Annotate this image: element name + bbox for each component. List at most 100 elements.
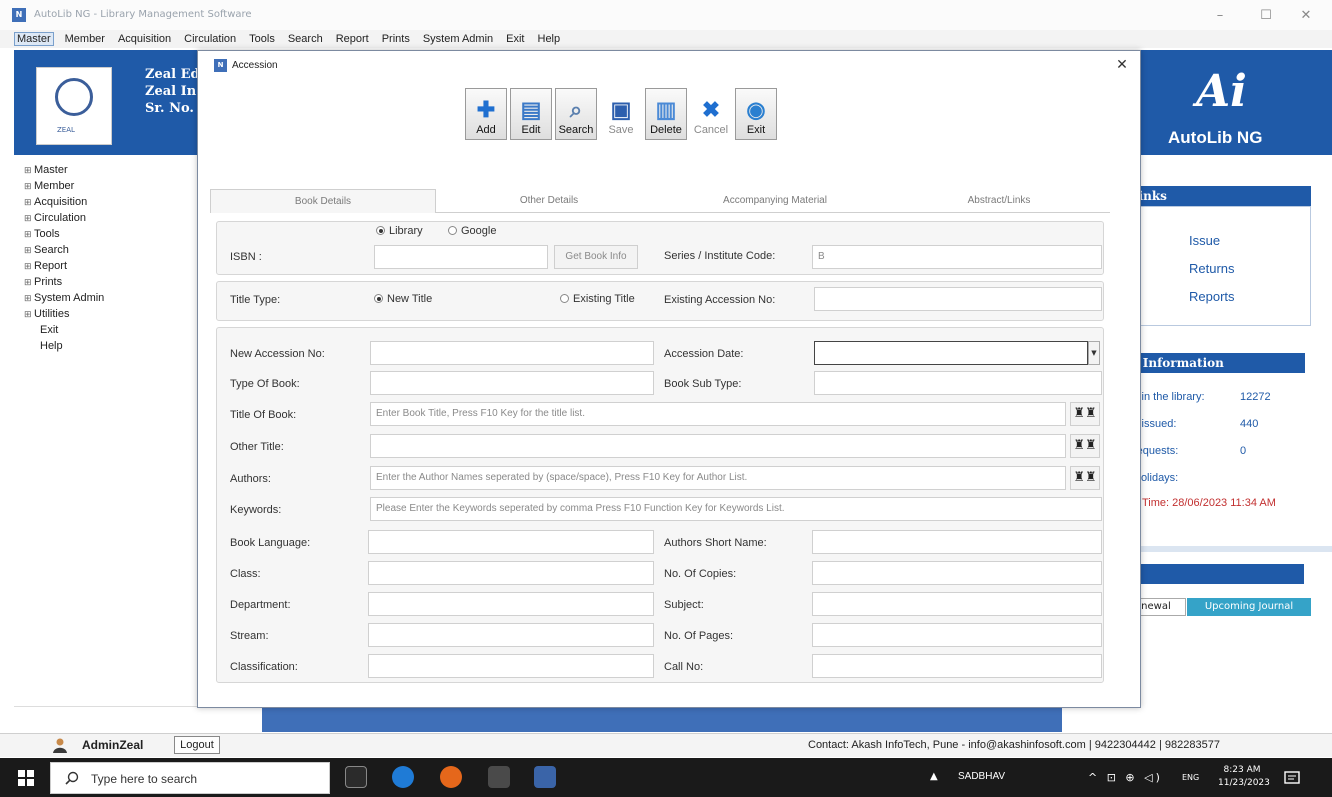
radio-new-title[interactable]: New Title — [374, 293, 432, 305]
sidebar-item-utilities[interactable]: ⊞ Utilities — [24, 306, 204, 322]
journal-header — [1130, 564, 1304, 584]
authors-input[interactable]: Enter the Author Names seperated by (spa… — [370, 466, 1066, 490]
sidebar-item-master[interactable]: ⊞ Master — [24, 162, 204, 178]
menu-master[interactable]: Master — [14, 32, 54, 46]
quick-links-panel: n s Issue Returns Reports — [1130, 206, 1311, 326]
title-of-book-input[interactable]: Enter Book Title, Press F10 Key for the … — [370, 402, 1066, 426]
existing-accession-input[interactable] — [814, 287, 1102, 311]
dialog-titlebar — [198, 51, 1140, 79]
sidebar-item-system-admin[interactable]: ⊞ System Admin — [24, 290, 204, 306]
menu-prints[interactable]: Prints — [380, 33, 412, 45]
exit-icon: ◉ — [746, 97, 766, 122]
radio-google[interactable]: Google — [448, 225, 496, 237]
edge-browser-icon[interactable] — [392, 766, 414, 788]
isbn-label: ISBN : — [230, 251, 262, 263]
org-name-line2: Zeal In: — [145, 84, 201, 99]
binoculars-icon[interactable]: ♜♜ — [1070, 434, 1100, 458]
type-of-book-label: Type Of Book: — [230, 378, 300, 390]
department-select[interactable] — [368, 592, 654, 616]
radio-checked-icon — [376, 226, 385, 235]
sidebar-item-search[interactable]: ⊞ Search — [24, 242, 204, 258]
sidebar-item-report[interactable]: ⊞ Report — [24, 258, 204, 274]
classification-input[interactable] — [368, 654, 654, 678]
menu-help[interactable]: Help — [536, 33, 563, 45]
tab-book-details[interactable]: Book Details — [210, 189, 436, 213]
get-book-info-button[interactable]: Get Book Info — [554, 245, 638, 269]
sidebar-item-member[interactable]: ⊞ Member — [24, 178, 204, 194]
tab-upcoming-journal[interactable]: Upcoming Journal — [1187, 598, 1311, 616]
task-view-icon[interactable] — [345, 766, 367, 788]
clock[interactable]: 8:23 AM 11/23/2023 — [1218, 764, 1270, 790]
tray-icons[interactable]: ^ ⊡ ⊕ ◁) — [1088, 771, 1163, 784]
contact-info: Contact: Akash InfoTech, Pune - info@aka… — [808, 739, 1220, 751]
tab-accompanying-material[interactable]: Accompanying Material — [662, 189, 888, 213]
call-no-input[interactable] — [812, 654, 1102, 678]
sidebar-item-circulation[interactable]: ⊞ Circulation — [24, 210, 204, 226]
new-accession-input[interactable] — [370, 341, 654, 365]
search-button[interactable]: ⌕ Search — [555, 88, 597, 140]
date-dropdown-icon[interactable]: ▼ — [1088, 341, 1100, 365]
expand-icon: ⊞ — [24, 309, 32, 319]
add-button[interactable]: ✚ Add — [465, 88, 507, 140]
tab-other-details[interactable]: Other Details — [436, 189, 662, 213]
windows-start-icon[interactable] — [18, 770, 34, 786]
quick-link-reports[interactable]: Reports — [1189, 289, 1235, 304]
keywords-input[interactable]: Please Enter the Keywords seperated by c… — [370, 497, 1102, 521]
quick-link-issue[interactable]: Issue — [1189, 233, 1220, 248]
tab-abstract-links[interactable]: Abstract/Links — [888, 189, 1110, 213]
cancel-button[interactable]: ✖ Cancel — [690, 88, 732, 140]
dialog-close-button[interactable]: ✕ — [1110, 55, 1134, 75]
binoculars-icon[interactable]: ♜♜ — [1070, 402, 1100, 426]
radio-existing-title[interactable]: Existing Title — [560, 293, 635, 305]
delete-button[interactable]: ▥ Delete — [645, 88, 687, 140]
firefox-icon[interactable] — [440, 766, 462, 788]
series-code-input[interactable]: B — [812, 245, 1102, 269]
copies-input[interactable] — [812, 561, 1102, 585]
exit-button[interactable]: ◉ Exit — [735, 88, 777, 140]
sidebar-item-prints[interactable]: ⊞ Prints — [24, 274, 204, 290]
accession-date-input[interactable] — [814, 341, 1088, 365]
quick-link-returns[interactable]: Returns — [1189, 261, 1235, 276]
menu-tools[interactable]: Tools — [247, 33, 277, 45]
expand-icon: ⊞ — [24, 165, 32, 175]
type-of-book-select[interactable] — [370, 371, 654, 395]
save-button[interactable]: ▣ Save — [600, 88, 642, 140]
subject-label: Subject: — [664, 599, 704, 611]
isbn-input[interactable] — [374, 245, 548, 269]
restore-button[interactable]: ☐ — [1246, 6, 1286, 26]
edit-button[interactable]: ▤ Edit — [510, 88, 552, 140]
minimize-button[interactable]: – — [1200, 6, 1240, 26]
binoculars-icon[interactable]: ♜♜ — [1070, 466, 1100, 490]
sidebar-item-exit[interactable]: Exit — [24, 322, 204, 338]
sidebar-item-tools[interactable]: ⊞ Tools — [24, 226, 204, 242]
notification-icon[interactable] — [1284, 770, 1300, 786]
subject-input[interactable] — [812, 592, 1102, 616]
class-select[interactable] — [368, 561, 654, 585]
logout-button[interactable]: Logout — [174, 736, 220, 754]
save-icon: ▣ — [610, 97, 632, 122]
book-sub-type-select[interactable] — [814, 371, 1102, 395]
app-taskbar-icon[interactable] — [488, 766, 510, 788]
other-title-input[interactable] — [370, 434, 1066, 458]
close-button[interactable]: ✕ — [1286, 6, 1326, 26]
add-icon: ✚ — [476, 97, 496, 122]
menu-search[interactable]: Search — [286, 33, 325, 45]
menu-member[interactable]: Member — [63, 33, 107, 45]
autolib-taskbar-icon[interactable] — [534, 766, 556, 788]
authors-short-name-input[interactable] — [812, 530, 1102, 554]
taskbar-search[interactable]: Type here to search — [50, 762, 330, 794]
sidebar-item-help[interactable]: Help — [24, 338, 204, 354]
sidebar-item-acquisition[interactable]: ⊞ Acquisition — [24, 194, 204, 210]
menu-acquisition[interactable]: Acquisition — [116, 33, 173, 45]
pages-input[interactable] — [812, 623, 1102, 647]
menu-exit[interactable]: Exit — [504, 33, 526, 45]
book-language-select[interactable] — [368, 530, 654, 554]
title-type-label: Title Type: — [230, 294, 281, 306]
radio-library[interactable]: Library — [376, 225, 423, 237]
menu-circulation[interactable]: Circulation — [182, 33, 238, 45]
authors-short-name-label: Authors Short Name: — [664, 537, 767, 549]
stream-select[interactable] — [368, 623, 654, 647]
language-indicator[interactable]: ENG — [1182, 773, 1199, 782]
menu-system-admin[interactable]: System Admin — [421, 33, 495, 45]
menu-report[interactable]: Report — [334, 33, 371, 45]
